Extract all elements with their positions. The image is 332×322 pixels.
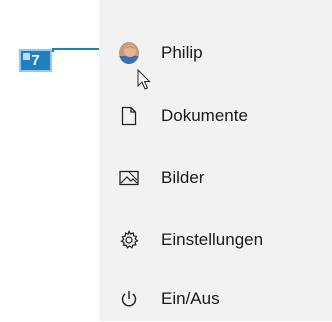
power-icon <box>119 289 139 309</box>
mouse-cursor-icon <box>137 68 151 96</box>
callout-badge: 7 <box>19 49 52 72</box>
menu-item-pictures-label: Bilder <box>161 168 205 187</box>
user-avatar <box>119 42 139 64</box>
callout-badge-bevel <box>23 53 30 60</box>
menu-item-power[interactable]: Ein/Aus <box>99 276 332 322</box>
picture-icon <box>119 168 139 188</box>
gear-icon <box>119 230 139 250</box>
menu-item-documents-label: Dokumente <box>161 106 248 125</box>
menu-item-settings-label: Einstellungen <box>161 230 264 249</box>
menu-item-power-label: Ein/Aus <box>161 289 220 308</box>
menu-item-user-label: Philip <box>161 43 203 62</box>
callout-number: 7 <box>31 52 40 69</box>
menu-item-user[interactable]: Philip <box>99 30 332 76</box>
menu-item-pictures[interactable]: Bilder <box>99 155 332 201</box>
menu-item-settings[interactable]: Einstellungen <box>99 217 332 263</box>
menu-item-documents[interactable]: Dokumente <box>99 93 332 139</box>
start-menu-panel: Philip Dokumente Bilder Einstellungen Ei… <box>99 0 332 321</box>
document-icon <box>119 106 139 126</box>
